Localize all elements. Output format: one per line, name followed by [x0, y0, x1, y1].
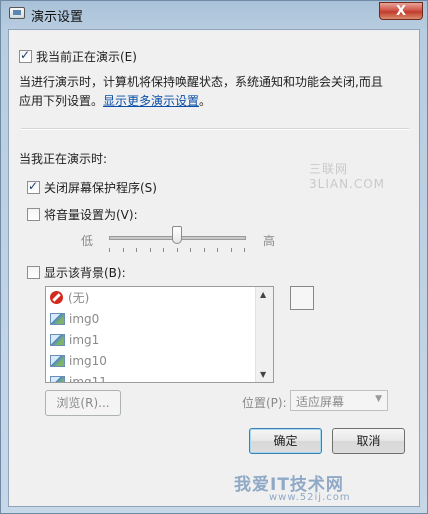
slider-tick — [122, 248, 124, 252]
slider-tick — [203, 248, 205, 252]
scroll-down-icon[interactable]: ▼ — [260, 370, 266, 379]
no-symbol-icon — [50, 291, 63, 304]
position-select[interactable]: 适应屏幕 ▼ — [290, 390, 388, 411]
dialog-content: 我当前正在演示(E) 当进行演示时，计算机将保持唤醒状态，系统通知和功能会关闭,… — [8, 29, 420, 507]
scroll-up-icon[interactable]: ▲ — [260, 290, 266, 299]
watermark-top: 三联网 3LIAN.COM — [309, 162, 386, 191]
image-icon — [50, 376, 65, 382]
slider-tick — [109, 248, 110, 252]
divider — [21, 128, 409, 130]
slider-tick — [176, 248, 178, 252]
slider-tick — [244, 248, 245, 252]
description-line-2: 应用下列设置。显示更多演示设置。 — [19, 94, 212, 108]
slider-tick — [217, 248, 218, 252]
close-button[interactable]: X — [379, 2, 423, 20]
window-title: 演示设置 — [31, 10, 84, 25]
screensaver-label[interactable]: 关闭屏幕保护程序(S) — [44, 179, 157, 196]
image-icon — [50, 355, 65, 367]
volume-low-label: 低 — [81, 234, 94, 248]
slider-tick — [190, 248, 191, 252]
cancel-button[interactable]: 取消 — [332, 428, 405, 454]
list-item[interactable]: img1 — [50, 330, 99, 350]
background-label[interactable]: 显示该背景(B): — [44, 264, 126, 281]
volume-label[interactable]: 将音量设置为(V): — [44, 206, 138, 223]
title-bar[interactable]: 演示设置 X — [1, 1, 427, 27]
list-item[interactable]: img0 — [50, 309, 99, 329]
more-settings-link[interactable]: 显示更多演示设置 — [103, 94, 199, 108]
section-heading: 当我正在演示时: — [19, 152, 108, 166]
background-checkbox[interactable] — [27, 266, 40, 279]
slider-tick — [149, 248, 151, 252]
presentation-settings-window: 演示设置 X 我当前正在演示(E) 当进行演示时，计算机将保持唤醒状态，系统通知… — [0, 0, 428, 514]
slider-tick — [136, 248, 137, 252]
position-label: 位置(P): — [242, 396, 287, 410]
presenting-checkbox-label[interactable]: 我当前正在演示(E) — [36, 48, 137, 65]
ok-button[interactable]: 确定 — [249, 428, 322, 454]
list-item[interactable]: img10 — [50, 351, 107, 371]
list-scrollbar[interactable]: ▲ ▼ — [255, 287, 273, 382]
volume-slider-thumb[interactable] — [171, 226, 182, 244]
image-icon — [50, 313, 65, 325]
presenting-checkbox[interactable] — [19, 48, 32, 63]
description-line-1: 当进行演示时，计算机将保持唤醒状态，系统通知和功能会关闭,而且 — [19, 75, 383, 89]
browse-button[interactable]: 浏览(R)... — [45, 390, 121, 416]
watermark-bottom-url: www.52ij.com — [269, 492, 351, 503]
list-item[interactable]: img11 — [50, 372, 107, 382]
background-preview — [290, 286, 314, 310]
chevron-down-icon: ▼ — [375, 394, 382, 404]
screensaver-checkbox[interactable] — [27, 179, 40, 194]
presentation-icon — [9, 7, 25, 19]
background-list[interactable]: (无) img0 img1 img10 img11 ▲ ▼ — [45, 286, 274, 383]
slider-tick — [230, 248, 232, 252]
slider-tick — [163, 248, 164, 252]
image-icon — [50, 334, 65, 346]
list-item[interactable]: (无) — [50, 288, 89, 308]
volume-high-label: 高 — [263, 234, 276, 248]
volume-checkbox[interactable] — [27, 208, 40, 221]
